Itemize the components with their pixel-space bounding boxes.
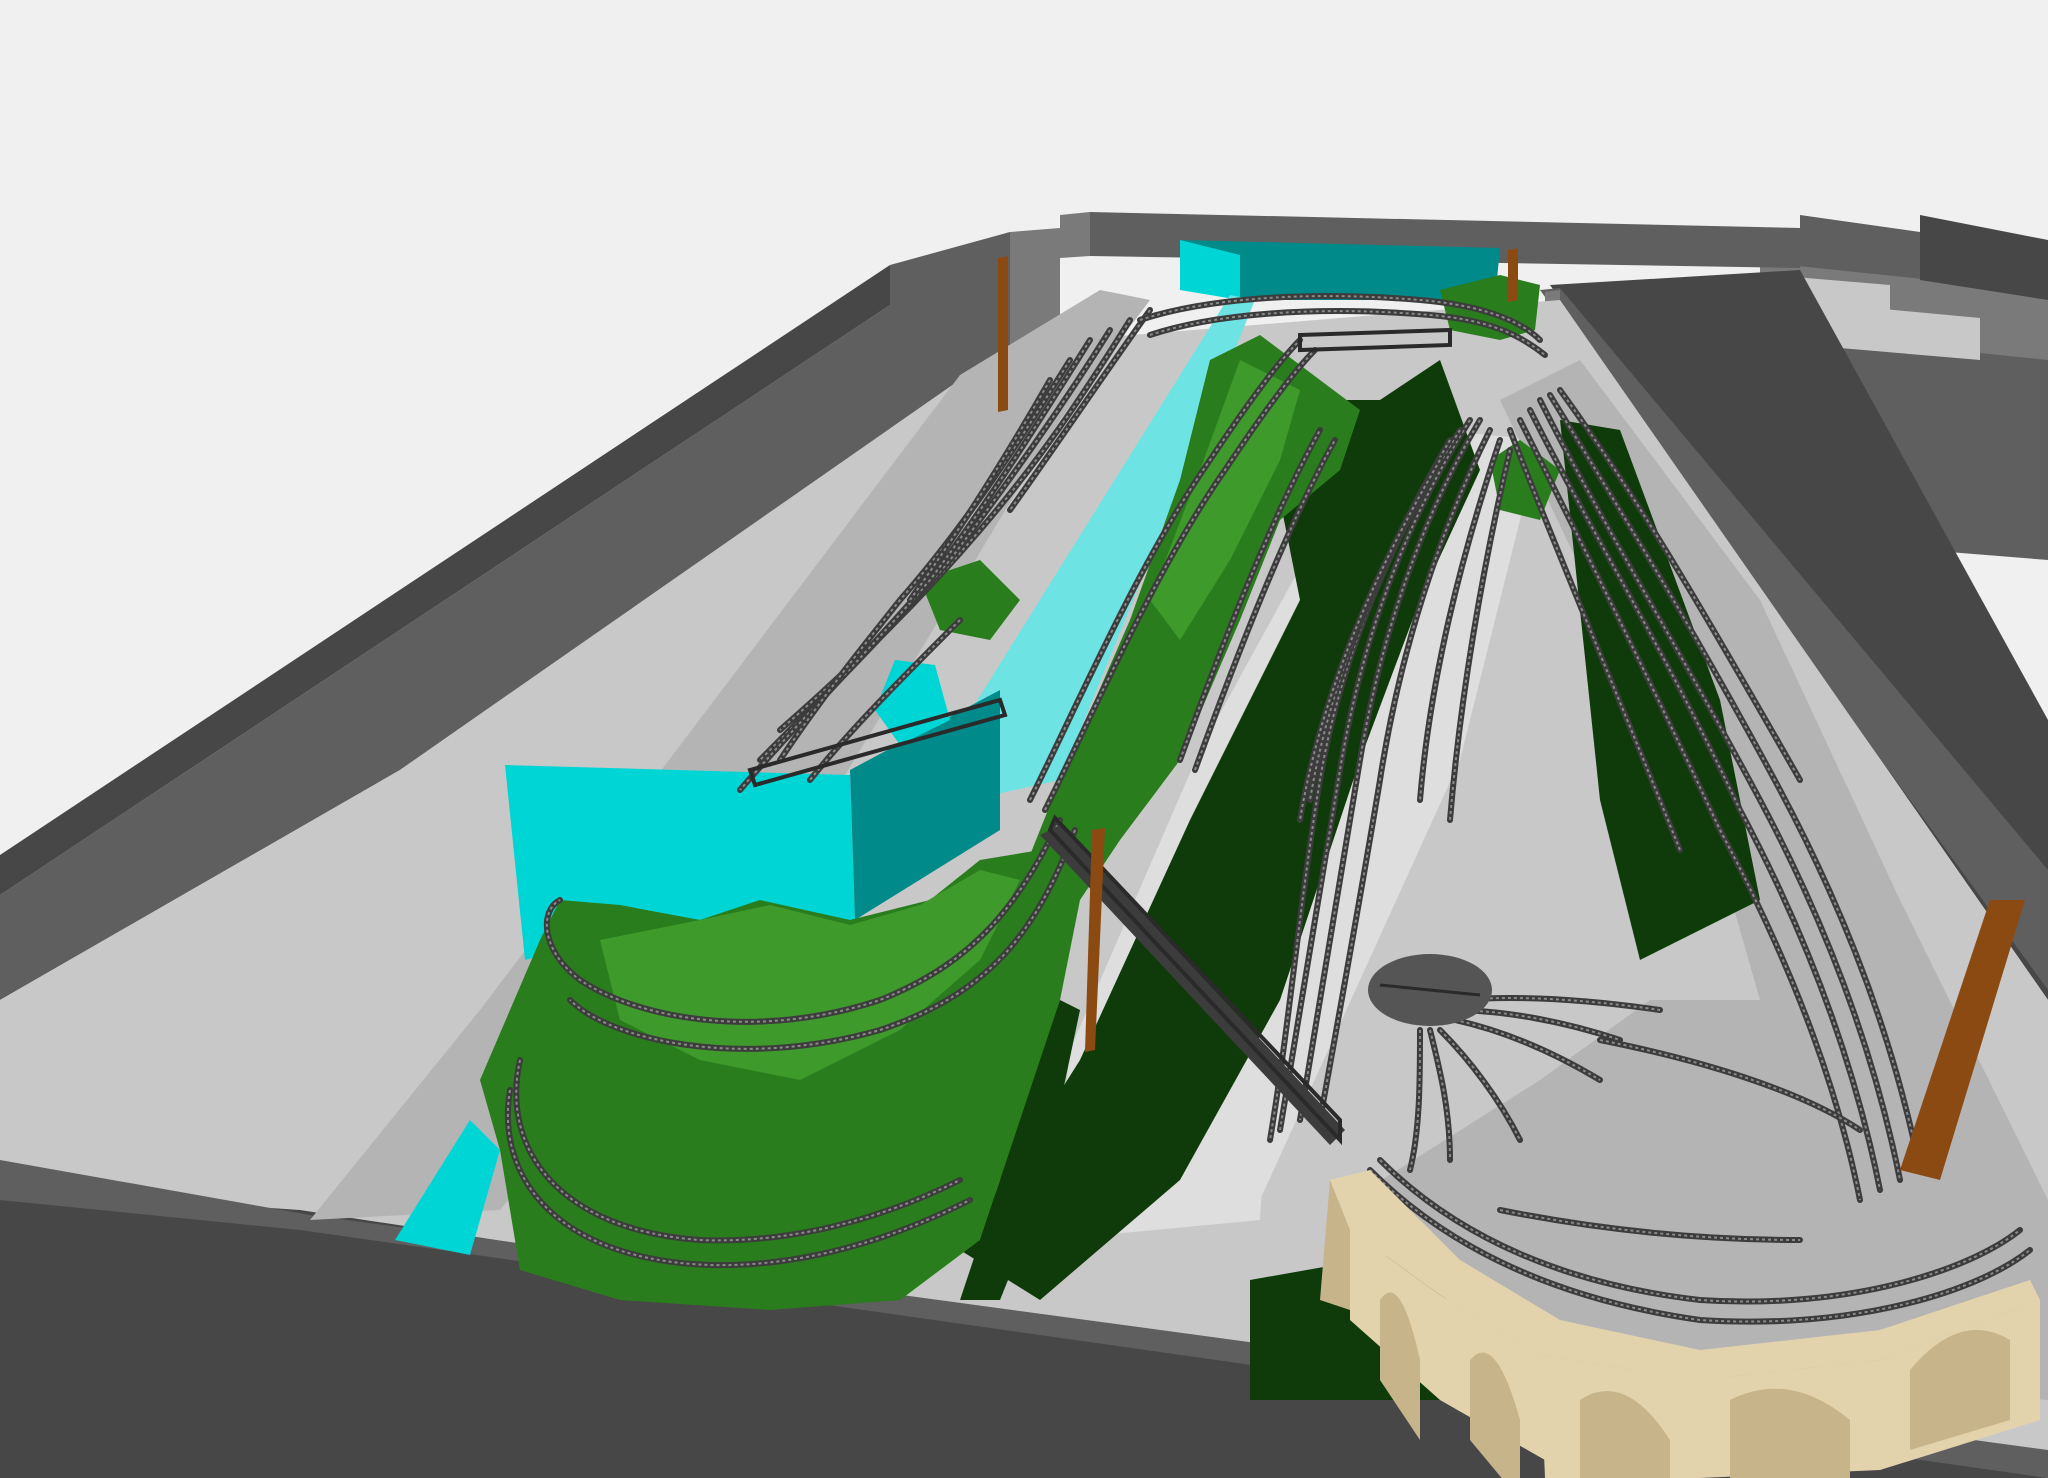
layout-3d-viewport[interactable] <box>0 0 2048 1478</box>
turntable <box>1368 954 1492 1026</box>
